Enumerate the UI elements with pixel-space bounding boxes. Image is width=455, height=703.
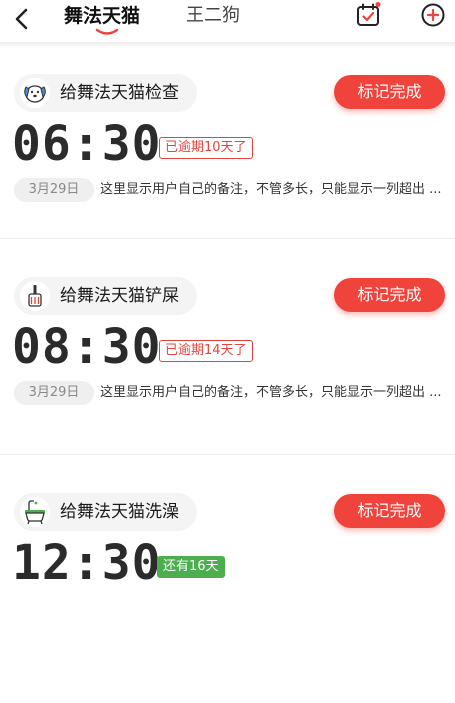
card-divider bbox=[0, 238, 455, 239]
litter-scoop-icon bbox=[20, 281, 50, 311]
active-tab-indicator bbox=[95, 28, 119, 35]
bathtub-icon bbox=[20, 497, 50, 527]
task-time: 06:30 bbox=[12, 116, 162, 172]
mark-complete-button[interactable]: 标记完成 bbox=[334, 278, 445, 312]
mark-complete-button[interactable]: 标记完成 bbox=[334, 75, 445, 109]
back-arrow-icon[interactable] bbox=[10, 6, 36, 32]
upcoming-badge: 还有16天 bbox=[157, 556, 225, 578]
tab-pet-2[interactable]: 王二狗 bbox=[186, 3, 240, 29]
task-card: 给舞法天猫铲屎 标记完成 08:30 已逾期14天了 3月29日 这里显示用户自… bbox=[0, 277, 455, 487]
task-note: 这里显示用户自己的备注，不管多长，只能显示一列超出 ... bbox=[100, 385, 442, 400]
date-chip: 3月29日 bbox=[14, 381, 94, 405]
overdue-badge: 已逾期14天了 bbox=[159, 340, 253, 362]
task-title-pill[interactable]: 给舞法天猫洗澡 bbox=[14, 493, 197, 531]
task-title: 给舞法天猫洗澡 bbox=[60, 502, 179, 522]
header-shadow bbox=[0, 42, 455, 48]
task-card: 给舞法天猫检查 标记完成 06:30 已逾期10天了 3月29日 这里显示用户自… bbox=[0, 74, 455, 284]
task-time: 08:30 bbox=[12, 319, 162, 375]
task-title: 给舞法天猫检查 bbox=[60, 83, 179, 103]
task-title-pill[interactable]: 给舞法天猫铲屎 bbox=[14, 277, 197, 315]
overdue-badge: 已逾期10天了 bbox=[159, 137, 253, 159]
tab-pet-1[interactable]: 舞法天猫 bbox=[64, 3, 140, 29]
task-time: 12:30 bbox=[12, 535, 162, 591]
calendar-check-icon[interactable] bbox=[355, 2, 381, 28]
task-title-pill[interactable]: 给舞法天猫检查 bbox=[14, 74, 197, 112]
mark-complete-button[interactable]: 标记完成 bbox=[334, 494, 445, 528]
top-bar: 舞法天猫 王二狗 bbox=[0, 0, 455, 42]
dog-face-icon bbox=[20, 78, 50, 108]
task-title: 给舞法天猫铲屎 bbox=[60, 286, 179, 306]
task-note: 这里显示用户自己的备注，不管多长，只能显示一列超出 ... bbox=[100, 182, 442, 197]
task-card: 给舞法天猫洗澡 标记完成 12:30 还有16天 bbox=[0, 493, 455, 703]
add-circle-icon[interactable] bbox=[420, 2, 446, 28]
date-chip: 3月29日 bbox=[14, 178, 94, 202]
card-divider bbox=[0, 454, 455, 455]
